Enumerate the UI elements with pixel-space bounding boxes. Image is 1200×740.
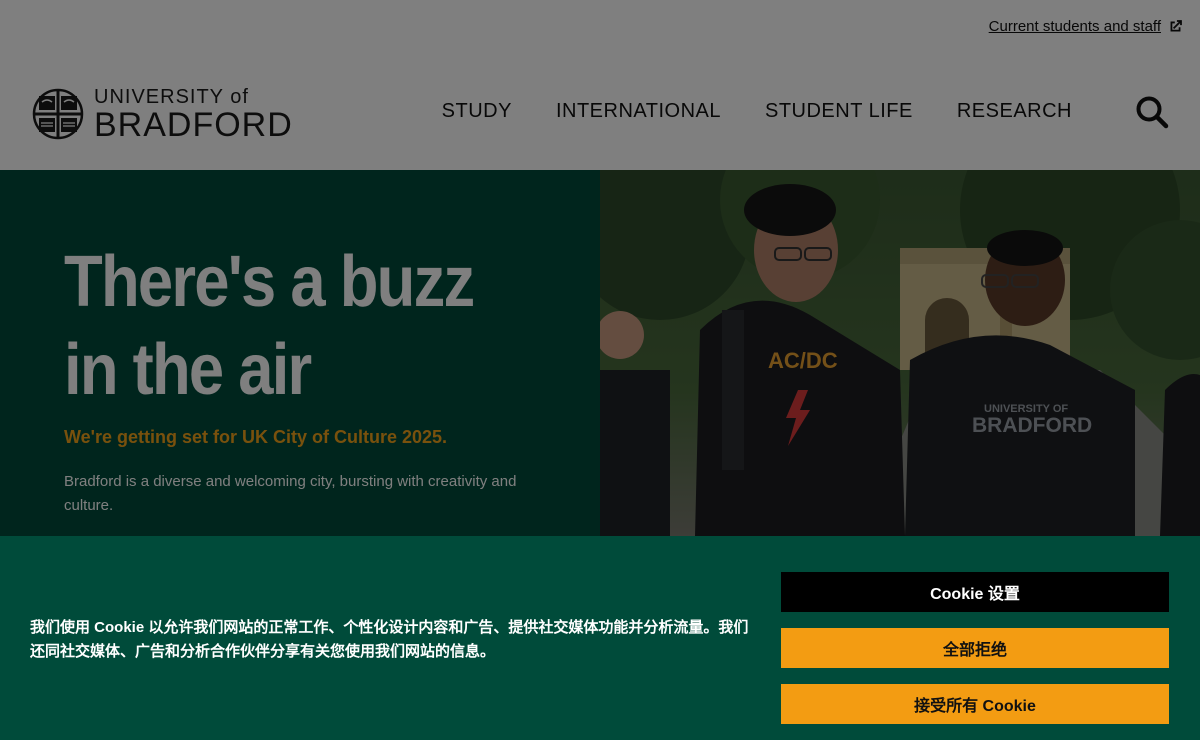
page: Current students and staff UN (0, 0, 1200, 740)
cookie-modal-backdrop (0, 0, 1200, 536)
reject-all-cookies-button[interactable]: 全部拒绝 (781, 628, 1169, 668)
cookie-consent-text: 我们使用 Cookie 以允许我们网站的正常工作、个性化设计内容和广告、提供社交… (30, 619, 749, 660)
cookie-consent-banner: 我们使用 Cookie 以允许我们网站的正常工作、个性化设计内容和广告、提供社交… (0, 536, 1200, 740)
accept-all-cookies-button[interactable]: 接受所有 Cookie (781, 684, 1169, 724)
cookie-settings-button[interactable]: Cookie 设置 (781, 572, 1169, 612)
